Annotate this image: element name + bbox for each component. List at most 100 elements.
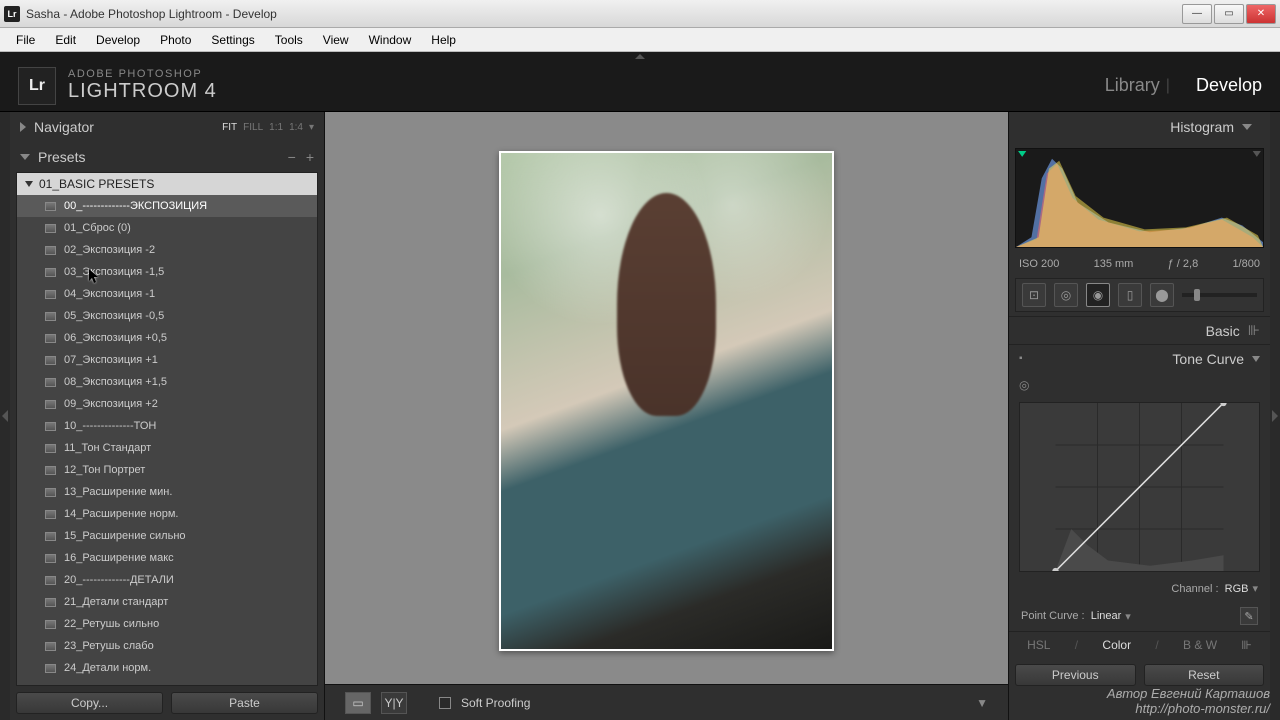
paste-button[interactable]: Paste (171, 692, 318, 714)
preset-item[interactable]: 06_Экспозиция +0,5 (17, 327, 317, 349)
navigator-header[interactable]: Navigator FIT FILL 1:1 1:4 ▾ (10, 112, 324, 142)
maximize-button[interactable]: ▭ (1214, 4, 1244, 24)
target-adjust-icon[interactable]: ◎ (1019, 378, 1029, 392)
minimize-button[interactable]: — (1182, 4, 1212, 24)
toolbar-dropdown-icon[interactable]: ▼ (976, 696, 988, 710)
nav-1-4[interactable]: 1:4 (289, 122, 303, 133)
presets-header[interactable]: Presets − + (10, 142, 324, 172)
preset-item[interactable]: 21_Детали стандарт (17, 591, 317, 613)
spot-tool-icon[interactable]: ◎ (1054, 283, 1078, 307)
preset-item[interactable]: 07_Экспозиция +1 (17, 349, 317, 371)
redeye-tool-icon[interactable]: ◉ (1086, 283, 1110, 307)
presets-title: Presets (38, 149, 85, 165)
preset-item[interactable]: 22_Ретушь сильно (17, 613, 317, 635)
preset-item[interactable]: 14_Расширение норм. (17, 503, 317, 525)
menu-view[interactable]: View (313, 30, 359, 50)
previous-button[interactable]: Previous (1015, 664, 1136, 686)
top-gripper[interactable] (0, 52, 1280, 60)
channel-value[interactable]: RGB (1225, 583, 1249, 595)
preset-item[interactable]: 10_--------------ТОН (17, 415, 317, 437)
nav-1-1[interactable]: 1:1 (269, 122, 283, 133)
histogram-title: Histogram (1170, 119, 1234, 135)
color-tab[interactable]: Color (1102, 638, 1131, 652)
menu-file[interactable]: File (6, 30, 45, 50)
preset-item[interactable]: 08_Экспозиция +1,5 (17, 371, 317, 393)
preset-item[interactable]: 02_Экспозиция -2 (17, 239, 317, 261)
pointcurve-value[interactable]: Linear (1091, 610, 1122, 622)
preset-item[interactable]: 24_Детали норм. (17, 657, 317, 679)
triangle-down-icon (1252, 356, 1260, 362)
canvas[interactable]: ▭ Y|Y Soft Proofing ▼ (325, 112, 1008, 720)
meta-iso: ISO 200 (1019, 258, 1059, 270)
brush-tool-icon[interactable]: ⬤ (1150, 283, 1174, 307)
close-button[interactable]: ✕ (1246, 4, 1276, 24)
basic-toggle-icon[interactable]: ⊪ (1248, 322, 1260, 339)
preset-label: 12_Тон Портрет (64, 462, 145, 478)
preset-item[interactable]: 03_Экспозиция -1,5 (17, 261, 317, 283)
hsl-tab[interactable]: HSL (1027, 638, 1050, 652)
loupe-view-icon[interactable]: ▭ (345, 692, 371, 714)
histogram[interactable] (1015, 148, 1264, 248)
crop-tool-icon[interactable]: ⊡ (1022, 283, 1046, 307)
nav-fill[interactable]: FILL (243, 122, 263, 133)
menu-settings[interactable]: Settings (201, 30, 264, 50)
pointcurve-dropdown-icon[interactable]: ▾ (1125, 610, 1131, 623)
menu-edit[interactable]: Edit (45, 30, 86, 50)
preset-item[interactable]: 20_-------------ДЕТАЛИ (17, 569, 317, 591)
preset-item[interactable]: 23_Ретушь слабо (17, 635, 317, 657)
triangle-right-icon (20, 122, 26, 132)
menu-window[interactable]: Window (359, 30, 422, 50)
preset-item[interactable]: 15_Расширение сильно (17, 525, 317, 547)
bw-tab[interactable]: B & W (1183, 638, 1217, 652)
brush-slider[interactable] (1182, 293, 1257, 297)
collapse-icon[interactable]: − (288, 149, 296, 165)
softproof-checkbox[interactable] (439, 697, 451, 709)
triangle-down-icon (1242, 124, 1252, 130)
preset-item[interactable]: 00_-------------ЭКСПОЗИЦИЯ (17, 195, 317, 217)
channel-dropdown-icon[interactable]: ▾ (1252, 582, 1258, 595)
preset-item[interactable]: 01_Сброс (0) (17, 217, 317, 239)
reset-button[interactable]: Reset (1144, 664, 1265, 686)
photo-preview[interactable] (499, 151, 834, 651)
module-develop[interactable]: Develop (1196, 75, 1262, 96)
brand-line2: LIGHTROOM 4 (68, 80, 217, 103)
preset-item[interactable]: 09_Экспозиция +2 (17, 393, 317, 415)
right-edge-toggle[interactable] (1270, 112, 1280, 720)
preset-label: 00_-------------ЭКСПОЗИЦИЯ (64, 198, 207, 214)
histogram-header[interactable]: Histogram (1009, 112, 1270, 142)
preset-item[interactable]: 16_Расширение макс (17, 547, 317, 569)
tc-switch-icon[interactable]: ▪ (1019, 353, 1023, 364)
preset-icon (45, 356, 56, 365)
histogram-meta: ISO 200 135 mm ƒ / 2,8 1/800 (1009, 254, 1270, 274)
nav-ratio-dropdown-icon[interactable]: ▾ (309, 122, 314, 133)
compare-view-icon[interactable]: Y|Y (381, 692, 407, 714)
preset-item[interactable]: 13_Расширение мин. (17, 481, 317, 503)
menu-tools[interactable]: Tools (265, 30, 313, 50)
menu-help[interactable]: Help (421, 30, 466, 50)
preset-label: 14_Расширение норм. (64, 506, 178, 522)
menu-photo[interactable]: Photo (150, 30, 201, 50)
menu-develop[interactable]: Develop (86, 30, 150, 50)
curve-edit-icon[interactable]: ✎ (1240, 607, 1258, 625)
preset-icon (45, 620, 56, 629)
preset-folder[interactable]: 01_BASIC PRESETS (17, 173, 317, 195)
tonecurve-header[interactable]: ▪ Tone Curve (1009, 344, 1270, 372)
hsl-toggle-icon[interactable]: ⊪ (1241, 638, 1251, 652)
copy-button[interactable]: Copy... (16, 692, 163, 714)
presets-list[interactable]: 01_BASIC PRESETS 00_-------------ЭКСПОЗИ… (16, 172, 318, 686)
folder-label: 01_BASIC PRESETS (39, 177, 154, 191)
preset-item[interactable]: 12_Тон Портрет (17, 459, 317, 481)
preset-item[interactable]: 05_Экспозиция -0,5 (17, 305, 317, 327)
tone-curve[interactable] (1019, 402, 1260, 572)
add-preset-icon[interactable]: + (306, 149, 314, 165)
preset-item[interactable]: 11_Тон Стандарт (17, 437, 317, 459)
preset-item[interactable]: 04_Экспозиция -1 (17, 283, 317, 305)
module-library[interactable]: Library (1105, 75, 1160, 96)
gradient-tool-icon[interactable]: ▯ (1118, 283, 1142, 307)
preset-item[interactable]: 25_Детали среднее (17, 679, 317, 686)
preset-icon (45, 202, 56, 211)
left-edge-toggle[interactable] (0, 112, 10, 720)
pointcurve-label: Point Curve : (1021, 610, 1085, 622)
nav-fit[interactable]: FIT (222, 122, 237, 133)
basic-header[interactable]: Basic ⊪ (1009, 316, 1270, 344)
